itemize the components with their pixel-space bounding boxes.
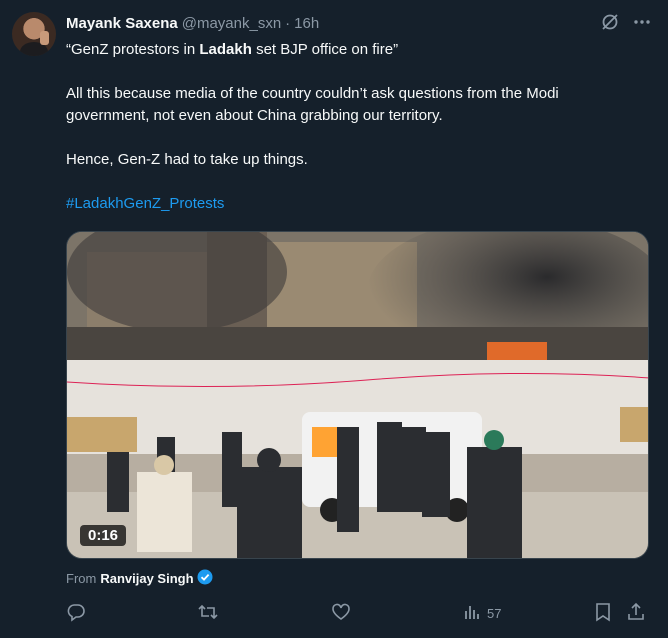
attribution-name[interactable]: Ranvijay Singh	[100, 571, 193, 586]
quote-text-start: “GenZ protestors in	[66, 41, 200, 58]
retweet-button[interactable]	[197, 602, 219, 625]
reply-icon	[66, 602, 86, 625]
header-icons	[600, 12, 652, 32]
avatar[interactable]	[12, 12, 56, 56]
quote-text-bold: Ladakh	[199, 41, 252, 58]
video-player[interactable]: 0:16	[66, 231, 649, 559]
tweet-paragraph-2: All this because media of the country co…	[66, 85, 559, 124]
grok-icon[interactable]	[600, 12, 620, 32]
share-icon	[626, 602, 646, 625]
like-icon	[331, 602, 351, 625]
like-button[interactable]	[331, 602, 351, 625]
media-attribution: From Ranvijay Singh	[66, 569, 213, 588]
reply-button[interactable]	[66, 602, 86, 625]
attribution-prefix: From	[66, 571, 97, 586]
hashtag-link[interactable]: #LadakhGenZ_Protests	[66, 195, 224, 212]
views-button[interactable]: 57	[463, 603, 501, 624]
more-icon[interactable]	[632, 12, 652, 32]
tweet-quote: “GenZ protestors in Ladakh set BJP offic…	[66, 39, 646, 61]
author-name[interactable]: Mayank Saxena	[66, 15, 178, 32]
bookmark-button[interactable]	[594, 602, 612, 625]
views-count: 57	[487, 605, 502, 621]
action-bar: 57	[60, 600, 652, 626]
video-frame	[67, 232, 648, 558]
avatar-hand	[40, 31, 49, 45]
tweet-time[interactable]: 16h	[294, 15, 319, 32]
author-handle[interactable]: @mayank_sxn	[182, 15, 281, 32]
video-duration: 0:16	[80, 525, 127, 546]
views-icon	[463, 603, 481, 624]
tweet[interactable]: Mayank Saxena @mayank_sxn · 16h “GenZ pr…	[0, 0, 668, 638]
tweet-header: Mayank Saxena @mayank_sxn · 16h	[66, 12, 652, 34]
tweet-text: “GenZ protestors in Ladakh set BJP offic…	[66, 39, 646, 237]
tweet-paragraph-3: Hence, Gen-Z had to take up things.	[66, 151, 308, 168]
quote-text-end: set BJP office on fire”	[251, 41, 399, 58]
retweet-icon	[197, 602, 219, 625]
verified-icon	[197, 569, 213, 588]
bookmark-icon	[594, 602, 612, 625]
share-button[interactable]	[626, 602, 646, 625]
separator-dot: ·	[285, 14, 291, 32]
